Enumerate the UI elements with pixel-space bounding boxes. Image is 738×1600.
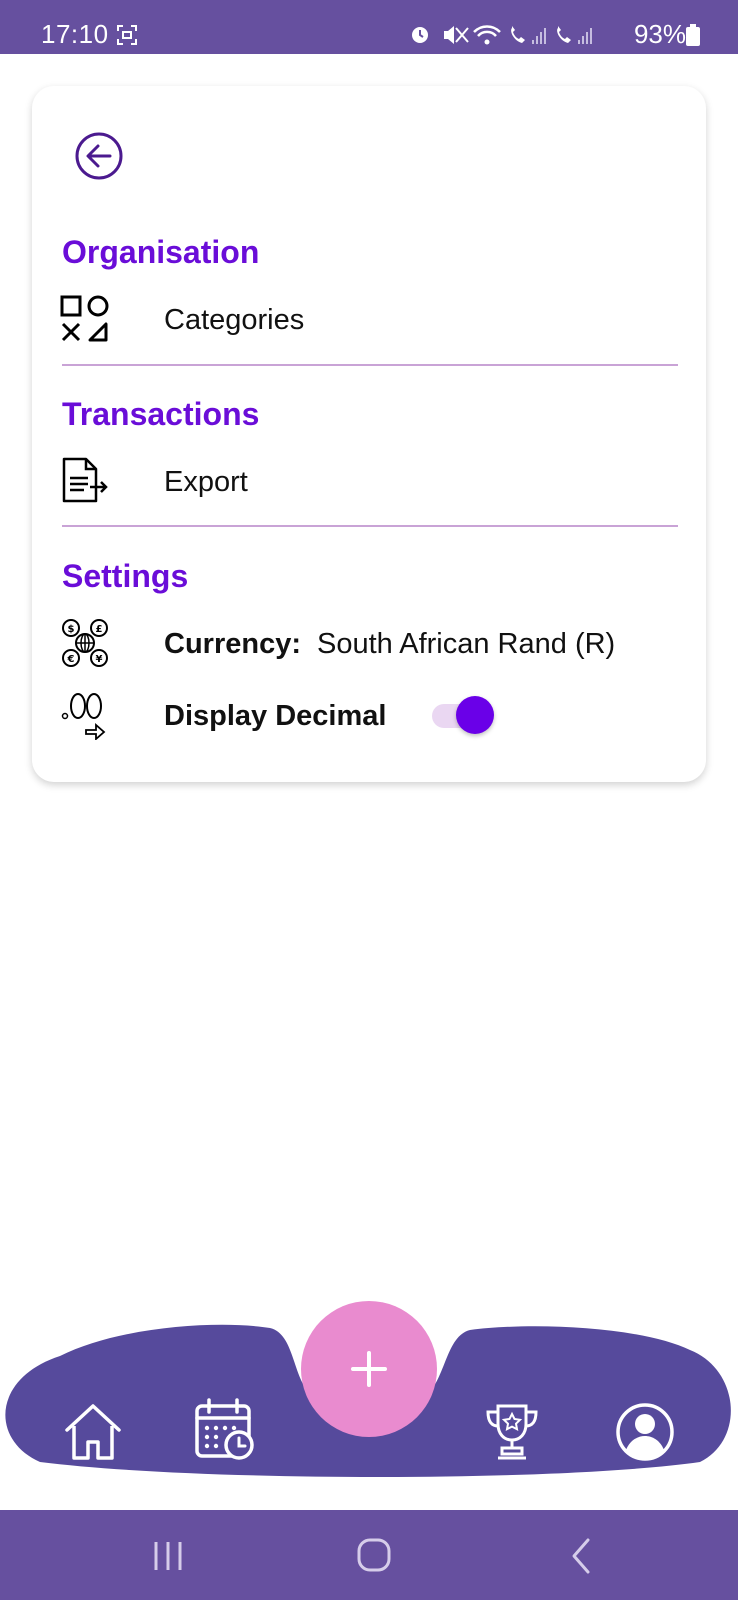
categories-label: Categories	[164, 304, 305, 336]
svg-text:¥: ¥	[96, 654, 103, 665]
decimal-icon	[61, 693, 106, 740]
export-row[interactable]: Export	[60, 456, 680, 508]
home-icon[interactable]	[61, 1400, 125, 1464]
screenshot-icon	[117, 25, 137, 45]
battery-percent: 93%	[633, 19, 686, 49]
calendar-icon[interactable]	[193, 1398, 257, 1462]
divider	[62, 364, 678, 366]
currency-exchange-icon: $ £ € ¥	[62, 619, 108, 667]
currency-row[interactable]: $ £ € ¥ Currency: South African Rand (R)	[60, 618, 680, 670]
display-decimal-row: Display Decimal	[60, 690, 680, 742]
recent-apps-icon[interactable]	[144, 1534, 194, 1578]
shapes-icon	[60, 295, 109, 342]
toggle-knob	[456, 696, 494, 734]
back-system-icon[interactable]	[556, 1534, 606, 1578]
display-decimal-toggle[interactable]	[430, 694, 494, 736]
svg-text:€: €	[67, 654, 75, 665]
section-title-transactions: Transactions	[62, 396, 260, 432]
back-arrow-icon[interactable]	[74, 131, 124, 181]
system-nav-bar	[0, 1510, 738, 1600]
section-title-settings: Settings	[62, 558, 189, 594]
export-label: Export	[164, 466, 248, 498]
svg-text:$: $	[68, 624, 75, 635]
divider	[62, 525, 678, 527]
status-time: 17:10	[41, 19, 109, 49]
section-title-organisation: Organisation	[62, 234, 260, 270]
currency-label: Currency:	[164, 628, 301, 660]
battery-icon	[686, 24, 700, 46]
home-system-icon[interactable]	[349, 1534, 399, 1578]
currency-value[interactable]: South African Rand (R)	[317, 628, 615, 661]
plus-icon	[351, 1351, 387, 1387]
add-button[interactable]	[301, 1301, 437, 1437]
trophy-icon[interactable]	[480, 1400, 544, 1464]
settings-card: Organisation Categories Transactions Exp…	[32, 86, 706, 782]
status-bar: 17:10 93%	[0, 0, 738, 54]
categories-row[interactable]: Categories	[60, 294, 680, 346]
display-decimal-label: Display Decimal	[164, 700, 387, 732]
profile-icon[interactable]	[613, 1400, 677, 1464]
status-indicators-icon	[412, 25, 592, 45]
document-export-icon	[62, 457, 108, 503]
svg-text:£: £	[96, 624, 103, 635]
